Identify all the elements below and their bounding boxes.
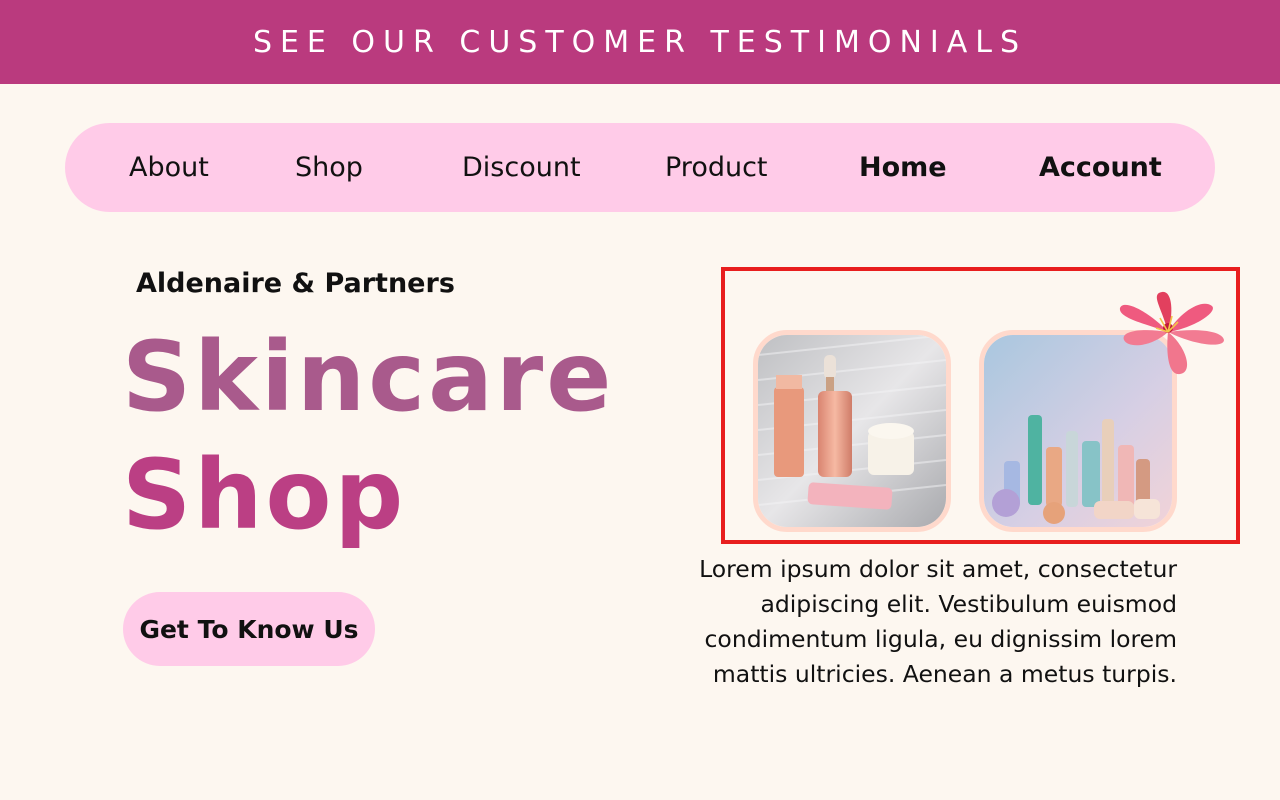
company-name: Aldenaire & Partners [136, 268, 455, 299]
page-title-line1: Skincare [122, 321, 615, 433]
product-photo-serum-set [753, 330, 951, 532]
page-title: Skincare Shop [122, 318, 614, 554]
page-title-line2: Shop [122, 439, 407, 551]
nav-item-about[interactable]: About [129, 123, 209, 212]
flower-icon [1119, 291, 1224, 375]
nav-item-account[interactable]: Account [1039, 123, 1162, 212]
nav-item-home[interactable]: Home [859, 123, 947, 212]
nav-item-discount[interactable]: Discount [462, 123, 581, 212]
get-to-know-us-button[interactable]: Get To Know Us [123, 592, 375, 666]
nav-item-product[interactable]: Product [665, 123, 768, 212]
shop-description: Lorem ipsum dolor sit amet, consectetur … [699, 555, 1177, 688]
testimonials-banner: SEE OUR CUSTOMER TESTIMONIALS [0, 0, 1280, 84]
nav-item-shop[interactable]: Shop [295, 123, 363, 212]
testimonials-link[interactable]: SEE OUR CUSTOMER TESTIMONIALS [253, 25, 1027, 60]
main-nav: About Shop Discount Product Home Account [65, 123, 1215, 212]
